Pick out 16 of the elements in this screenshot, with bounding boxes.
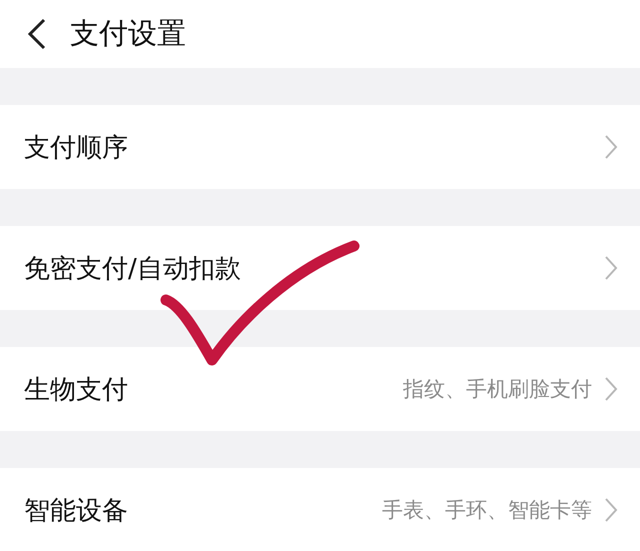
row-value: 手表、手环、智能卡等 bbox=[382, 497, 592, 524]
row-label: 免密支付/自动扣款 bbox=[24, 252, 242, 286]
chevron-right-icon bbox=[604, 497, 618, 523]
back-icon[interactable] bbox=[26, 17, 48, 51]
settings-row[interactable]: 智能设备 手表、手环、智能卡等 bbox=[0, 468, 640, 551]
chevron-right-icon bbox=[604, 255, 618, 281]
settings-row[interactable]: 免密支付/自动扣款 bbox=[0, 226, 640, 310]
chevron-right-icon bbox=[604, 134, 618, 160]
settings-row[interactable]: 生物支付 指纹、手机刷脸支付 bbox=[0, 347, 640, 431]
settings-row[interactable]: 支付顺序 bbox=[0, 105, 640, 189]
row-value: 指纹、手机刷脸支付 bbox=[403, 376, 592, 403]
page-title: 支付设置 bbox=[70, 15, 186, 52]
chevron-right-icon bbox=[604, 376, 618, 402]
row-label: 智能设备 bbox=[24, 494, 129, 528]
row-label: 支付顺序 bbox=[24, 132, 129, 164]
row-label: 生物支付 bbox=[24, 374, 129, 406]
